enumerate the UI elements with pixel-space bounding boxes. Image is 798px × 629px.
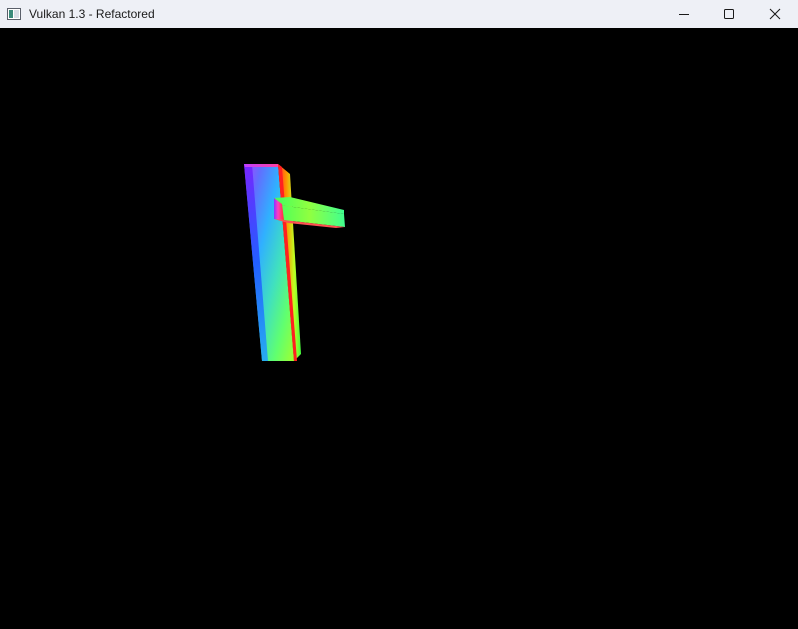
post-top-face	[244, 164, 279, 167]
title-bar[interactable]: Vulkan 1.3 - Refactored	[0, 0, 798, 28]
window-app-icon	[7, 7, 21, 20]
close-icon	[769, 8, 781, 20]
minimize-button[interactable]	[661, 0, 707, 28]
window-title: Vulkan 1.3 - Refactored	[29, 7, 155, 21]
close-button[interactable]	[752, 0, 798, 28]
rendered-3d-mesh	[244, 164, 345, 361]
maximize-icon	[723, 8, 735, 20]
app-window: Vulkan 1.3 - Refactored	[0, 0, 798, 629]
render-viewport[interactable]	[0, 28, 798, 629]
minimize-icon	[678, 8, 690, 20]
maximize-button[interactable]	[706, 0, 752, 28]
